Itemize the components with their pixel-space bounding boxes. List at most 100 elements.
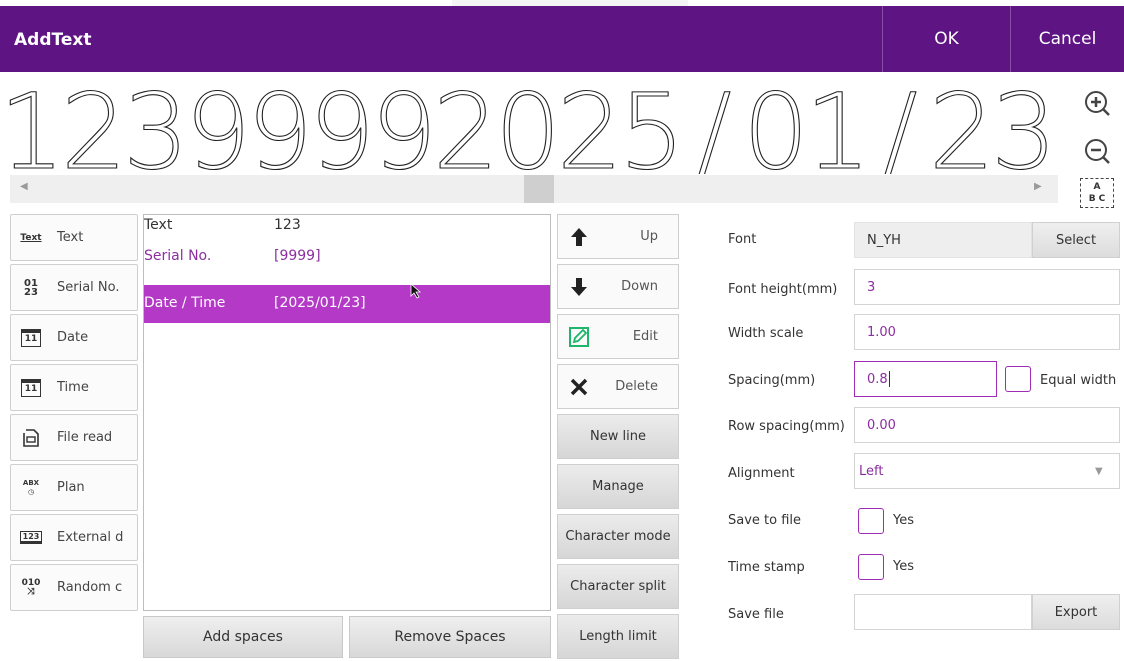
character-mode-button[interactable]: Character mode: [557, 514, 679, 559]
title-bar: AddText OK Cancel: [0, 6, 1124, 72]
element-list[interactable]: Text 123 Serial No. [9999] Date / Time […: [143, 214, 551, 611]
preview-glyph: 9: [309, 84, 375, 174]
arrow-down-icon: [571, 278, 587, 296]
save-to-file-label: Save to file: [728, 513, 802, 528]
list-item[interactable]: Serial No. [9999]: [144, 235, 550, 273]
width-scale-label: Width scale: [728, 326, 804, 341]
preview-glyph: /: [882, 84, 917, 174]
plan-clock-icon: ABX ◷: [22, 478, 40, 496]
preview-glyph: 1: [6, 84, 65, 174]
equal-width-label: Equal width: [1040, 373, 1117, 388]
preview-glyph: 3: [123, 84, 189, 174]
row-spacing-label: Row spacing(mm): [728, 419, 845, 434]
font-select-button[interactable]: Select: [1032, 222, 1120, 258]
file-read-icon: [19, 428, 43, 448]
edit-button[interactable]: Edit: [557, 314, 679, 359]
delete-icon: [570, 378, 588, 396]
serial-number-icon: 01 23: [24, 277, 38, 298]
text-icon: Text: [20, 232, 42, 243]
manage-button[interactable]: Manage: [557, 464, 679, 509]
preview-glyph: 0: [495, 84, 561, 174]
external-data-icon: 123: [19, 531, 43, 544]
ok-button[interactable]: OK: [882, 6, 1010, 72]
new-line-button[interactable]: New line: [557, 414, 679, 459]
width-scale-input[interactable]: 1.00: [854, 314, 1120, 350]
preview-glyph: 2: [433, 84, 499, 174]
arrow-up-icon: [571, 228, 587, 246]
zoom-out-icon[interactable]: [1082, 136, 1112, 166]
up-button[interactable]: Up: [557, 214, 679, 259]
cancel-button[interactable]: Cancel: [1010, 6, 1124, 72]
scroll-right-icon[interactable]: ▶: [1034, 181, 1042, 192]
sidebar-item-label: Random c: [57, 580, 123, 595]
remove-spaces-button[interactable]: Remove Spaces: [349, 616, 551, 658]
font-value: N_YH: [854, 222, 1032, 258]
chevron-down-icon[interactable]: ▼: [1095, 466, 1103, 477]
preview-scrollbar[interactable]: ◀ ▶: [10, 175, 1058, 203]
spacing-input[interactable]: 0.8: [854, 361, 997, 397]
calendar-icon: 11: [19, 328, 43, 347]
sidebar-item-plan[interactable]: ABX ◷ Plan: [10, 464, 138, 511]
sidebar-item-text[interactable]: Text Text: [10, 214, 138, 261]
text-preview: 1 2 3 9 9 9 9 2 0 2 5/0 1/2 3 ◀ ▶: [0, 72, 1124, 208]
preview-glyph: 1: [805, 84, 871, 174]
sidebar-item-label: Date: [57, 330, 89, 345]
dialog-title: AddText: [14, 30, 92, 50]
spacing-label: Spacing(mm): [728, 373, 816, 388]
calendar-icon: 11: [19, 378, 43, 397]
preview-glyph: 9: [371, 84, 437, 174]
preview-glyph: 9: [247, 84, 313, 174]
add-spaces-button[interactable]: Add spaces: [143, 616, 343, 658]
preview-glyph: 2: [61, 84, 127, 174]
font-label: Font: [728, 232, 757, 247]
sidebar-item-label: Serial No.: [57, 280, 120, 295]
sidebar-item-label: Time: [57, 380, 89, 395]
sidebar-item-date[interactable]: 11 Date: [10, 314, 138, 361]
zoom-in-icon[interactable]: [1082, 88, 1112, 118]
font-height-input[interactable]: 3: [854, 269, 1120, 305]
text-cursor: [888, 371, 890, 387]
row-spacing-input[interactable]: 0.00: [854, 407, 1120, 443]
preview-glyph: 2: [929, 84, 995, 174]
add-text-dialog: AddText OK Cancel 1 2 3 9 9 9 9 2 0 2 5/0 1/2 3 ◀ ▶ …: [0, 0, 1124, 661]
equal-width-checkbox[interactable]: [1005, 366, 1031, 392]
preview-glyph: 2: [557, 84, 623, 174]
length-limit-button[interactable]: Length limit: [557, 614, 679, 659]
preview-glyph: 3: [991, 84, 1057, 174]
preview-glyph: 9: [185, 84, 251, 174]
sidebar-item-label: Plan: [57, 480, 85, 495]
delete-button[interactable]: Delete: [557, 364, 679, 409]
alignment-label: Alignment: [728, 466, 795, 481]
save-file-input[interactable]: [854, 594, 1032, 630]
edit-icon: [569, 327, 589, 347]
sidebar-item-label: Text: [57, 230, 84, 245]
preview-glyph: 0: [743, 84, 809, 174]
sidebar-item-time[interactable]: 11 Time: [10, 364, 138, 411]
preview-glyph: /: [696, 84, 731, 174]
sidebar-item-external-data[interactable]: 123 External d: [10, 514, 138, 561]
sidebar-item-serial[interactable]: 01 23 Serial No.: [10, 264, 138, 311]
save-file-label: Save file: [728, 607, 784, 622]
down-button[interactable]: Down: [557, 264, 679, 309]
export-button[interactable]: Export: [1032, 594, 1120, 630]
preview-glyphs: 12399992025/01/23: [6, 84, 1058, 174]
sidebar-item-file-read[interactable]: File read: [10, 414, 138, 461]
alignment-select[interactable]: Left: [854, 453, 1120, 489]
scroll-left-icon[interactable]: ◀: [20, 181, 28, 192]
save-to-file-yes-label: Yes: [893, 513, 914, 528]
mouse-cursor-icon: [410, 283, 422, 299]
save-to-file-checkbox[interactable]: [858, 508, 884, 534]
font-height-label: Font height(mm): [728, 282, 838, 297]
sidebar-item-random[interactable]: 010 ⤨ Random c: [10, 564, 138, 611]
text-frame-icon[interactable]: AB C: [1080, 178, 1114, 208]
time-stamp-label: Time stamp: [728, 560, 805, 575]
list-item-selected[interactable]: Date / Time [2025/01/23]: [144, 283, 550, 323]
scrollbar-thumb[interactable]: [524, 175, 554, 203]
time-stamp-yes-label: Yes: [893, 559, 914, 574]
time-stamp-checkbox[interactable]: [858, 554, 884, 580]
sidebar-item-label: File read: [57, 430, 113, 445]
sidebar-item-label: External d: [57, 530, 124, 545]
preview-glyph: 5: [619, 84, 685, 174]
random-icon: 010 ⤨: [21, 577, 41, 597]
character-split-button[interactable]: Character split: [557, 564, 679, 609]
